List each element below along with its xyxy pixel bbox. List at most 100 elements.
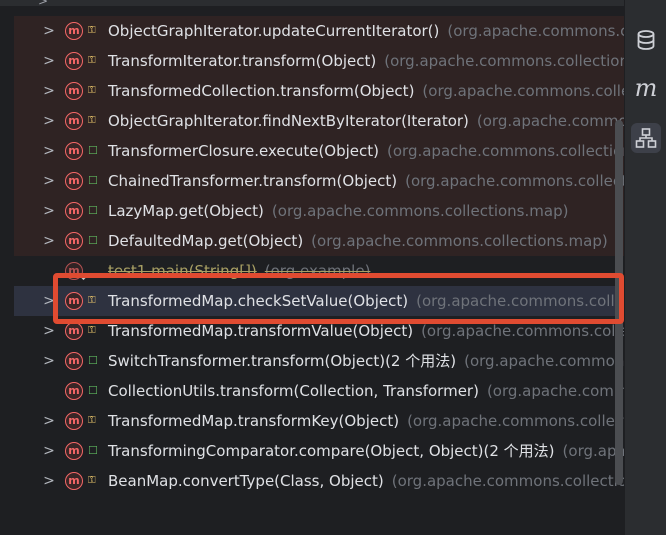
tree-row[interactable]: m ◆ test1.main(String[]) (org.example) (14, 256, 624, 286)
tree-row-text: LazyMap.get(Object) (org.apache.commons.c… (108, 196, 568, 226)
tree-row[interactable]: > m ⚿ TransformedMap.checkSetValue(Object) (… (14, 286, 624, 316)
key-icon: ⚿ (88, 85, 96, 96)
tree-row-text: BeanMap.convertType(Class, Object) (org.a… (108, 466, 624, 496)
tree-row-text: TransformedMap.checkSetValue(Object) (org… (108, 286, 624, 316)
chevron-right-icon[interactable]: > (42, 322, 56, 340)
right-tool-strip: m (624, 0, 666, 535)
vertical-scrollbar[interactable] (615, 120, 623, 485)
tree-row[interactable]: > m ⚿ ObjectGraphIterator.findNextByIterato… (14, 106, 624, 136)
method-signature: DefaultedMap.get(Object) (108, 232, 304, 250)
method-icon: m (65, 22, 83, 40)
tree-row-text: ObjectGraphIterator.findNextByIterator(I… (108, 106, 624, 136)
method-signature: TransformedMap.transformKey(Object) (108, 412, 400, 430)
method-signature: TransformerClosure.execute(Object) (108, 142, 380, 160)
maven-tool-button[interactable]: m (631, 73, 661, 103)
key-icon: ⚿ (88, 55, 96, 66)
package-name: (org.apache.commons.collections.functors… (405, 172, 624, 190)
tree-row[interactable]: > m ⚿ TransformedMap.transformValue(Object)… (14, 316, 624, 346)
method-icon: m (65, 172, 83, 190)
method-icon: m (65, 292, 83, 310)
key-icon: ⚿ (88, 475, 96, 486)
chevron-right-icon[interactable]: > (42, 472, 56, 490)
chevron-right-icon[interactable]: > (42, 202, 56, 220)
chevron-right-icon[interactable]: > (42, 172, 56, 190)
tree-row-text: TransformedMap.transformKey(Object) (org.… (108, 406, 624, 436)
method-signature: ChainedTransformer.transform(Object) (108, 172, 398, 190)
lock-open-icon: ☐ (88, 234, 98, 247)
lock-open-icon: ☐ (88, 174, 98, 187)
hierarchy-icon (635, 128, 657, 148)
tree-row[interactable]: > m ☐ DefaultedMap.get(Object) (org.apache.c… (14, 226, 624, 256)
method-signature: CollectionUtils.transform(Collection, Tr… (108, 382, 479, 400)
lock-open-icon: ☐ (88, 204, 98, 217)
chevron-right-icon[interactable]: > (42, 232, 56, 250)
tree-row[interactable]: > m ⚿ ObjectGraphIterator.updateCurrentIter… (14, 16, 624, 46)
tree-row-text: ChainedTransformer.transform(Object) (org… (108, 166, 624, 196)
package-name: (org.apache.commons.collections) (486, 382, 624, 400)
package-name: (org.apache.commons.collections) (391, 472, 624, 490)
method-icon: m (65, 412, 83, 430)
package-name: (org.apache.commons.collections.functors… (464, 352, 624, 370)
lock-open-icon: ☐ (88, 144, 98, 157)
method-icon: m (65, 112, 83, 130)
method-icon: m (65, 382, 83, 400)
database-icon (637, 30, 655, 50)
chevron-right-icon[interactable]: > (42, 442, 56, 460)
tree-row[interactable]: > m ⚿ TransformedCollection.transform(Objec… (14, 76, 624, 106)
tree-row-text: TransformerClosure.execute(Object) (org.a… (108, 136, 624, 166)
chevron-right-icon[interactable]: > (42, 112, 56, 130)
chevron-right-icon[interactable]: > (42, 412, 56, 430)
method-signature: TransformedMap.checkSetValue(Object) (108, 292, 409, 310)
tree-row-text: CollectionUtils.transform(Collection, Tr… (108, 376, 624, 406)
chevron-right-icon[interactable]: > (42, 142, 56, 160)
tree-row[interactable]: > m ☐ TransformingComparator.compare(Object… (14, 436, 624, 466)
tree-row[interactable]: > m ⚿ TransformedMap.transformKey(Object) (o… (14, 406, 624, 436)
hierarchy-tool-button[interactable] (631, 123, 661, 153)
method-signature: SwitchTransformer.transform(Object)(2 个用… (108, 352, 457, 370)
method-icon: m (65, 142, 83, 160)
key-icon: ⚿ (88, 325, 96, 336)
method-signature: test1.main(String[]) (108, 262, 257, 280)
tree-row[interactable]: > m ☐ LazyMap.get(Object) (org.apache.common… (14, 196, 624, 226)
tree-row[interactable]: > m ☐ TransformerClosure.execute(Object) (or… (14, 136, 624, 166)
lock-open-icon: ☐ (88, 444, 98, 457)
tree-row[interactable]: > m ☐ ChainedTransformer.transform(Object) (… (14, 166, 624, 196)
chevron-right-icon[interactable]: > (42, 82, 56, 100)
method-icon: m (65, 202, 83, 220)
method-signature: TransformedCollection.transform(Object) (108, 82, 415, 100)
method-signature: ObjectGraphIterator.updateCurrentIterato… (108, 22, 440, 40)
key-icon: ⚿ (88, 295, 96, 306)
tree-row-text: SwitchTransformer.transform(Object)(2 个用… (108, 346, 624, 376)
tree-row[interactable]: m ☐ CollectionUtils.transform(Collection, … (14, 376, 624, 406)
package-name: (org.apache.commons.collections.map) (271, 202, 569, 220)
tree-top-strip: > (0, 0, 624, 8)
method-signature: ObjectGraphIterator.findNextByIterator(I… (108, 112, 469, 130)
tree-row-text: TransformIterator.transform(Object) (org.… (108, 46, 624, 76)
key-icon: ⚿ (88, 415, 96, 426)
tree-row[interactable]: > m ☐ SwitchTransformer.transform(Object)(2… (14, 346, 624, 376)
method-icon: m (65, 352, 83, 370)
tree-row[interactable]: > m ⚿ TransformIterator.transform(Object) (o… (14, 46, 624, 76)
package-name: (org.apache.commons.collections.functors… (387, 142, 624, 160)
chevron-right-icon[interactable]: > (42, 52, 56, 70)
chevron-right-icon[interactable]: > (38, 0, 48, 8)
package-name: (org.example) (264, 262, 371, 280)
method-icon: m (65, 322, 83, 340)
package-name: (org.apache.commons.collections.collecti… (422, 82, 624, 100)
chevron-right-icon[interactable]: > (42, 22, 56, 40)
ide-window: > > m ⚿ ObjectGraphIterator.updateCurrentIt… (0, 0, 666, 535)
method-icon: m (65, 442, 83, 460)
database-tool-button[interactable] (631, 25, 661, 55)
method-signature: BeanMap.convertType(Class, Object) (108, 472, 384, 490)
method-signature: TransformedMap.transformValue(Object) (108, 322, 414, 340)
chevron-right-icon[interactable]: > (42, 292, 56, 310)
method-icon: m (65, 472, 83, 490)
package-name: (org.apache.commons.collections.iterator… (384, 52, 624, 70)
tree-row[interactable]: > m ⚿ BeanMap.convertType(Class, Object) (or… (14, 466, 624, 496)
call-hierarchy-tree[interactable]: > > m ⚿ ObjectGraphIterator.updateCurrentIt… (0, 0, 624, 535)
tree-row-text: DefaultedMap.get(Object) (org.apache.comm… (108, 226, 608, 256)
tree-row-text: TransformingComparator.compare(Object, O… (108, 436, 624, 466)
key-icon: ⚿ (88, 25, 96, 36)
chevron-right-icon[interactable]: > (42, 352, 56, 370)
package-name: (org.apache.commons.collections.map) (311, 232, 608, 250)
